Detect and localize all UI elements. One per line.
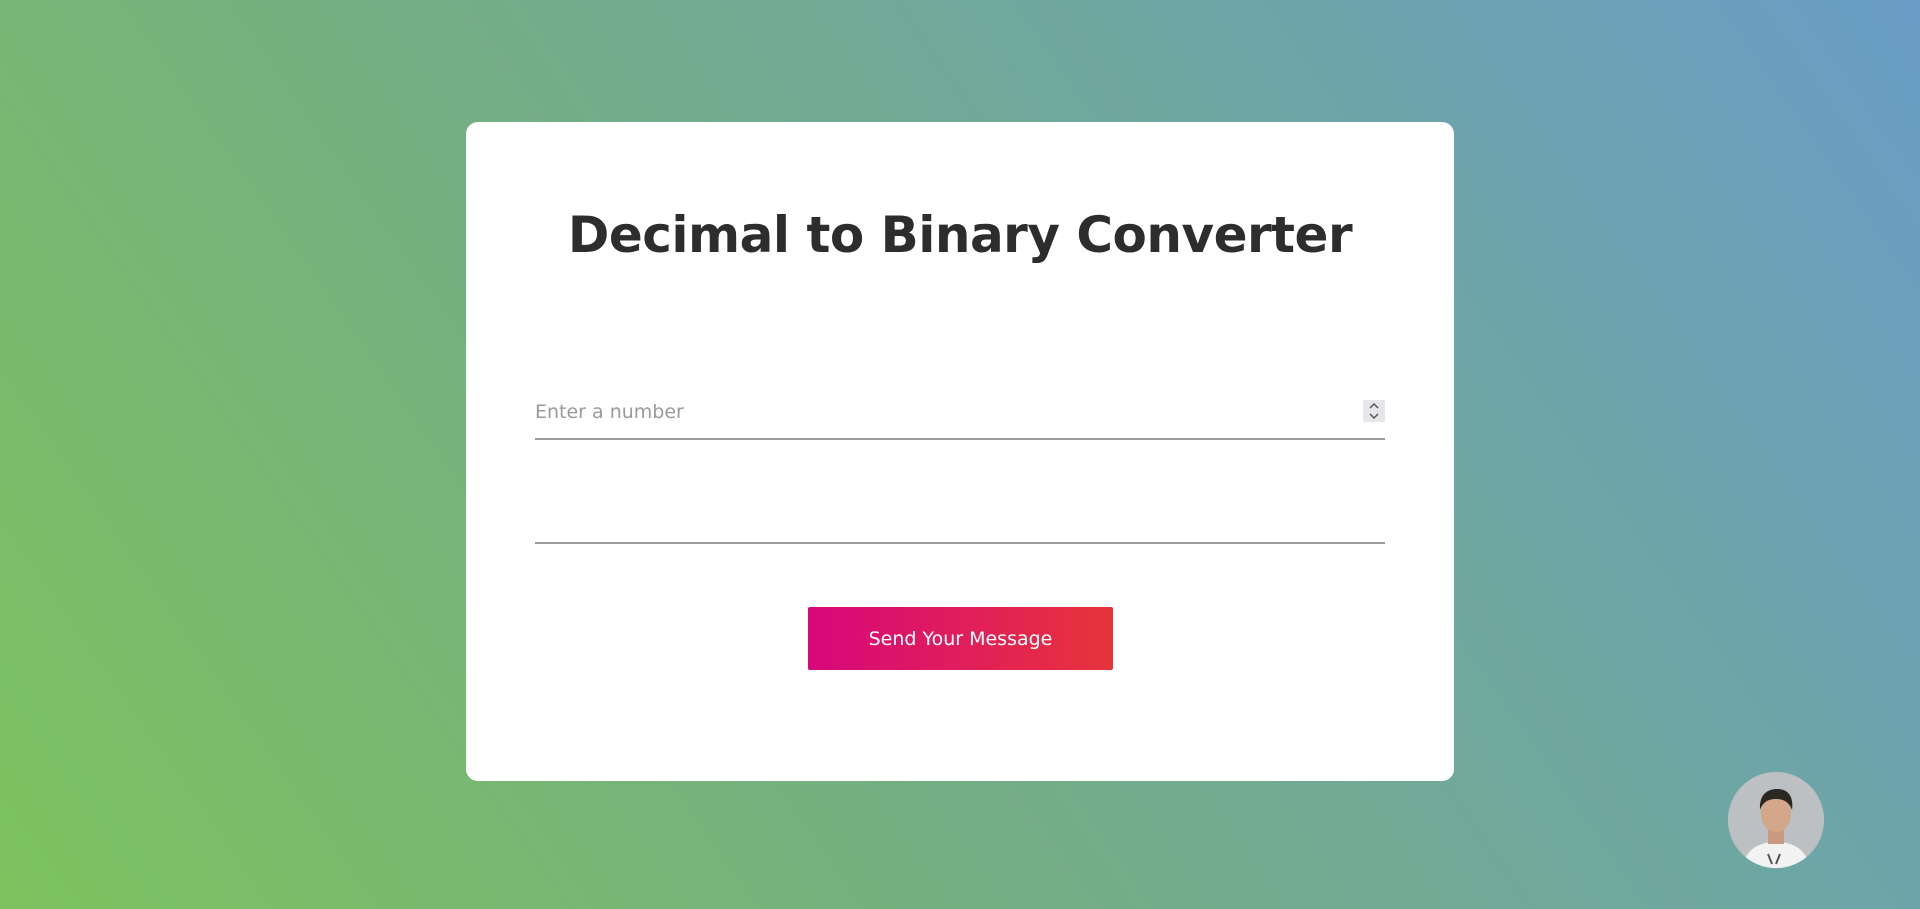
chevron-down-icon[interactable] — [1363, 412, 1385, 422]
page-title: Decimal to Binary Converter — [567, 206, 1353, 264]
send-message-button[interactable]: Send Your Message — [808, 607, 1113, 670]
user-avatar-icon — [1728, 772, 1824, 868]
number-spinner[interactable] — [1363, 400, 1385, 422]
number-input[interactable] — [535, 388, 1385, 436]
binary-result-text — [535, 490, 1385, 540]
avatar[interactable] — [1728, 772, 1824, 868]
chevron-up-icon[interactable] — [1363, 401, 1385, 411]
binary-result-field — [535, 490, 1385, 544]
number-field — [535, 388, 1385, 440]
